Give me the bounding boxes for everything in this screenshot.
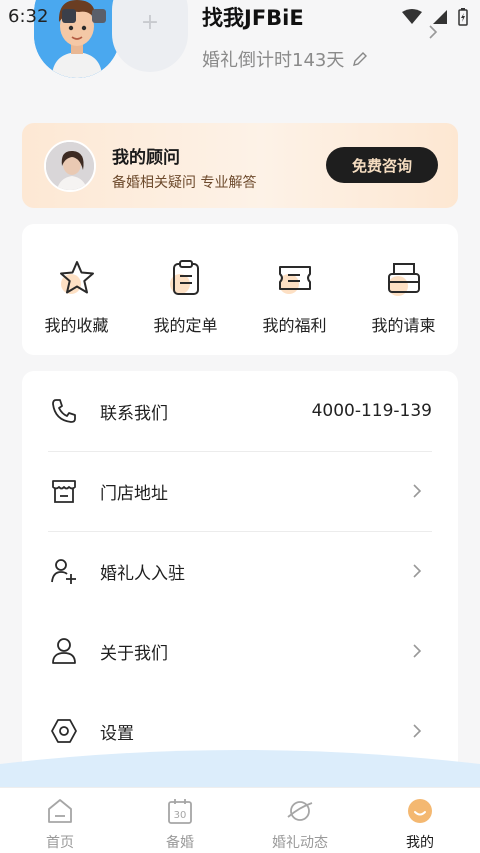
status-icons — [402, 8, 468, 26]
tab-wedding-prep[interactable]: 30 备婚 — [120, 788, 240, 853]
ticket-icon — [278, 266, 311, 294]
status-bar: 6:32 — [0, 0, 480, 34]
quick-label-favorites: 我的收藏 — [44, 316, 109, 335]
wedding-countdown: 婚礼倒计时143天 — [202, 50, 345, 71]
app-notification-icon — [92, 9, 106, 23]
add-user-icon — [51, 559, 76, 584]
chevron-right-icon — [413, 724, 422, 738]
store-icon — [52, 480, 76, 503]
quick-item-favorites[interactable]: 我的收藏 — [22, 224, 131, 355]
quick-label-orders: 我的定单 — [153, 316, 218, 335]
countdown-row[interactable]: 婚礼倒计时143天 — [202, 46, 368, 72]
tab-label-wedding-news: 婚礼动态 — [272, 835, 328, 851]
chevron-right-icon — [413, 564, 422, 578]
tab-wedding-news[interactable]: 婚礼动态 — [240, 788, 360, 853]
battery-icon — [458, 8, 468, 26]
quick-item-orders[interactable]: 我的定单 — [131, 224, 240, 355]
advisor-avatar — [44, 140, 96, 192]
quick-item-invitations[interactable]: 我的请柬 — [349, 224, 458, 355]
settings-icon — [51, 719, 77, 743]
quick-item-benefits[interactable]: 我的福利 — [240, 224, 349, 355]
notification-icon — [62, 9, 76, 23]
tab-mine[interactable]: 我的 — [360, 788, 480, 853]
tab-home[interactable]: 首页 — [0, 788, 120, 853]
clipboard-icon — [169, 260, 199, 295]
signal-icon — [433, 10, 447, 24]
free-consult-button[interactable]: 免费咨询 — [326, 147, 438, 183]
phone-icon — [52, 399, 76, 423]
menu-item-contact[interactable]: 联系我们 4000-119-139 — [22, 371, 458, 451]
star-icon — [59, 261, 94, 294]
tab-label-mine: 我的 — [406, 835, 434, 851]
invitation-icon — [387, 263, 420, 296]
advisor-card[interactable]: 我的顾问 备婚相关疑问 专业解答 免费咨询 — [22, 123, 458, 208]
wifi-icon — [402, 9, 422, 24]
contact-phone-number[interactable]: 4000-119-139 — [312, 401, 432, 421]
calendar-icon: 30 — [168, 799, 192, 824]
tab-label-home: 首页 — [46, 835, 74, 851]
edit-pencil-icon[interactable] — [352, 51, 368, 67]
person-icon — [52, 638, 76, 664]
menu-label-store-address: 门店地址 — [100, 483, 168, 504]
menu-item-store-address[interactable]: 门店地址 — [22, 451, 458, 531]
calendar-day-text: 30 — [174, 810, 187, 821]
menu-label-settings: 设置 — [100, 723, 134, 744]
quick-label-benefits: 我的福利 — [262, 316, 327, 335]
home-icon — [48, 799, 72, 823]
advisor-title: 我的顾问 — [112, 148, 180, 168]
tab-label-wedding-prep: 备婚 — [166, 835, 194, 851]
status-time: 6:32 — [8, 6, 49, 27]
planet-icon — [287, 801, 313, 821]
menu-item-vendor-join[interactable]: 婚礼人入驻 — [22, 531, 458, 611]
advisor-photo-illustration — [46, 142, 94, 190]
quick-actions-grid: 我的收藏 我的定单 我的福利 我的请柬 — [22, 224, 458, 355]
smile-icon — [408, 799, 432, 823]
bottom-tab-bar: 首页 30 备婚 婚礼动态 我的 — [0, 787, 480, 853]
menu-label-about-us: 关于我们 — [100, 643, 168, 664]
menu-label-contact: 联系我们 — [100, 403, 168, 424]
advisor-subtitle: 备婚相关疑问 专业解答 — [112, 175, 257, 191]
menu-item-about-us[interactable]: 关于我们 — [22, 611, 458, 691]
quick-label-invitations: 我的请柬 — [371, 316, 436, 335]
menu-label-vendor-join: 婚礼人入驻 — [100, 563, 185, 584]
chevron-right-icon — [413, 644, 422, 658]
chevron-right-icon — [413, 484, 422, 498]
